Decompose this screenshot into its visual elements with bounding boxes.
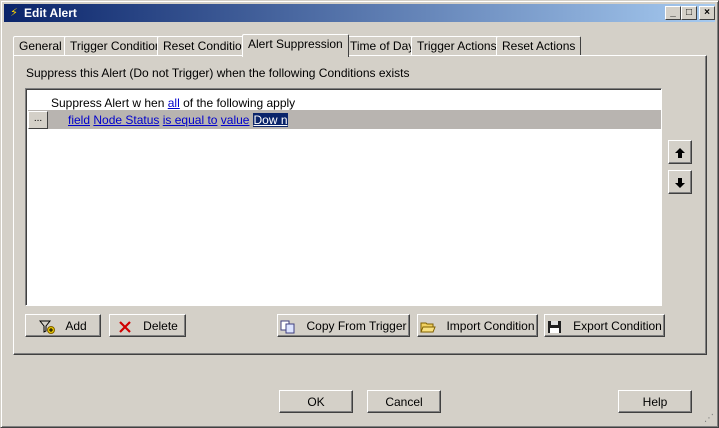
delete-label: Delete [143,319,178,333]
arrow-down-icon [675,177,685,188]
tab-time-of-day[interactable]: Time of Day [344,36,421,56]
field-keyword-link[interactable]: field [68,113,90,127]
tab-alert-suppression[interactable]: Alert Suppression [242,34,349,57]
tab-trigger-condition[interactable]: Trigger Condition [64,36,168,56]
ok-button[interactable]: OK [279,390,353,413]
add-label: Add [65,319,87,333]
condition-header: Suppress Alert w hen all of the followin… [51,96,295,110]
quantifier-link[interactable]: all [168,96,180,110]
condition-header-suffix: of the following apply [183,96,296,110]
panel-caption: Suppress this Alert (Do not Trigger) whe… [26,66,410,80]
floppy-disk-icon [548,320,562,333]
value-link[interactable]: Dow n [253,113,288,127]
condition-tree[interactable]: Suppress Alert w hen all of the followin… [25,88,662,306]
folder-open-icon [420,322,437,333]
add-condition-button[interactable]: Add [25,314,101,337]
cancel-button[interactable]: Cancel [367,390,441,413]
field-name-link[interactable]: Node Status [93,113,159,127]
close-icon[interactable]: × [699,6,715,20]
help-button[interactable]: Help [618,390,692,413]
condition-row[interactable]: ... field Node Status is equal to value D… [28,110,661,129]
maximize-icon[interactable]: □ [681,6,697,20]
delete-x-icon [119,321,131,333]
copy-label: Copy From Trigger [306,319,407,333]
copy-icon [280,320,295,334]
minimize-icon[interactable]: _ [665,6,681,20]
value-keyword-link[interactable]: value [221,113,250,127]
import-condition-button[interactable]: Import Condition [417,314,538,337]
export-condition-button[interactable]: Export Condition [544,314,665,337]
alert-suppression-panel: Suppress this Alert (Do not Trigger) whe… [13,55,707,355]
move-up-button[interactable] [668,140,692,164]
add-filter-icon [39,320,56,334]
delete-condition-button[interactable]: Delete [109,314,186,337]
import-label: Import Condition [446,319,535,333]
edit-alert-window: ⚡ Edit Alert _ □ × General Trigger Condi… [0,0,719,428]
copy-from-trigger-button[interactable]: Copy From Trigger [277,314,410,337]
condition-row-text: field Node Status is equal to value Dow n [68,113,288,127]
tab-trigger-actions[interactable]: Trigger Actions [411,36,503,56]
export-label: Export Condition [573,319,662,333]
tab-reset-condition[interactable]: Reset Condition [157,36,255,56]
window-title: Edit Alert [24,6,77,20]
resize-grip-icon[interactable]: ⋰ [704,413,716,425]
title-bar[interactable]: ⚡ Edit Alert _ □ × [4,4,715,22]
alert-app-icon: ⚡ [10,7,18,19]
tab-general[interactable]: General [13,36,68,56]
move-down-button[interactable] [668,170,692,194]
condition-header-prefix: Suppress Alert w hen [51,96,165,110]
tab-reset-actions[interactable]: Reset Actions [496,36,582,56]
arrow-up-icon [675,147,685,158]
operator-link[interactable]: is equal to [163,113,218,127]
row-menu-button[interactable]: ... [28,111,48,129]
